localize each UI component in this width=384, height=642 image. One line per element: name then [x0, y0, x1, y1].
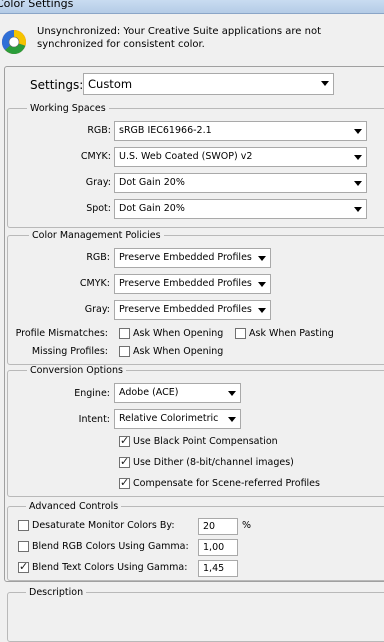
chevron-down-icon [354, 181, 362, 186]
missing-ask-when-opening-label: Ask When Opening [133, 346, 224, 357]
blend-text-gamma-input[interactable]: 1,45 [198, 560, 238, 577]
chevron-down-icon [228, 417, 236, 422]
blend-rgb-gamma-label: Blend RGB Colors Using Gamma: [32, 541, 189, 552]
title-bar[interactable]: Color Settings [0, 0, 384, 14]
black-point-compensation-checkbox[interactable] [119, 434, 130, 447]
cmyk-policy-label: CMYK: [79, 278, 110, 289]
blend-text-gamma-label: Blend Text Colors Using Gamma: [32, 562, 188, 573]
sync-status-line-2: synchronized for consistent color. [37, 39, 205, 50]
intent-label: Intent: [78, 414, 110, 425]
desaturate-unit: % [242, 520, 252, 531]
gray-working-space-dropdown[interactable]: Dot Gain 20% [114, 173, 367, 193]
window-title: Color Settings [0, 0, 74, 10]
description-group [7, 592, 384, 642]
description-title: Description [26, 587, 87, 598]
gray-policy-dropdown[interactable]: Preserve Embedded Profiles [114, 300, 271, 320]
chevron-down-icon [354, 155, 362, 160]
profile-mismatches-label: Profile Mismatches: [15, 328, 108, 339]
use-dither-checkbox[interactable] [119, 455, 130, 468]
intent-value: Relative Colorimetric [119, 413, 219, 424]
blend-rgb-gamma-checkbox[interactable] [18, 541, 29, 552]
sync-status-line-1: Unsynchronized: Your Creative Suite appl… [37, 26, 322, 37]
missing-ask-when-opening-checkbox[interactable] [119, 346, 130, 357]
engine-value: Adobe (ACE) [119, 387, 179, 398]
working-spaces-title: Working Spaces [27, 103, 109, 114]
cmyk-working-label: CMYK: [80, 151, 111, 162]
settings-value: Custom [88, 77, 133, 91]
blend-rgb-gamma-input[interactable]: 1,00 [198, 539, 238, 556]
engine-dropdown[interactable]: Adobe (ACE) [114, 383, 241, 403]
engine-label: Engine: [74, 388, 110, 399]
desaturate-label: Desaturate Monitor Colors By: [32, 520, 175, 531]
intent-dropdown[interactable]: Relative Colorimetric [114, 409, 241, 429]
gray-working-label: Gray: [85, 177, 111, 188]
compensate-scene-referred-label: Compensate for Scene-referred Profiles [133, 478, 320, 489]
chevron-down-icon [258, 256, 266, 261]
use-dither-label: Use Dither (8-bit/channel images) [133, 457, 294, 468]
rgb-policy-value: Preserve Embedded Profiles [119, 252, 252, 263]
chevron-down-icon [354, 207, 362, 212]
gray-policy-label: Gray: [84, 304, 110, 315]
spot-working-label: Spot: [86, 203, 111, 214]
chevron-down-icon [258, 308, 266, 313]
cmyk-working-value: U.S. Web Coated (SWOP) v2 [119, 151, 253, 162]
color-wheel-icon [1, 29, 26, 55]
cmyk-working-space-dropdown[interactable]: U.S. Web Coated (SWOP) v2 [114, 147, 367, 167]
conversion-title: Conversion Options [27, 365, 126, 376]
settings-dropdown[interactable]: Custom [83, 73, 334, 95]
ask-when-opening-label: Ask When Opening [133, 328, 224, 339]
gray-working-value: Dot Gain 20% [119, 177, 185, 188]
missing-profiles-label: Missing Profiles: [31, 346, 108, 357]
ask-when-pasting-label: Ask When Pasting [249, 328, 334, 339]
chevron-down-icon [321, 81, 329, 86]
chevron-down-icon [228, 391, 236, 396]
blend-text-gamma-checkbox[interactable] [18, 560, 29, 573]
rgb-working-space-dropdown[interactable]: sRGB IEC61966-2.1 [114, 121, 367, 141]
gray-policy-value: Preserve Embedded Profiles [119, 304, 252, 315]
cmyk-policy-value: Preserve Embedded Profiles [119, 278, 252, 289]
spot-working-space-dropdown[interactable]: Dot Gain 20% [114, 199, 367, 219]
rgb-policy-label: RGB: [86, 252, 110, 263]
cmyk-policy-dropdown[interactable]: Preserve Embedded Profiles [114, 274, 271, 294]
ask-when-opening-checkbox[interactable] [119, 328, 130, 339]
rgb-working-label: RGB: [87, 125, 111, 136]
chevron-down-icon [258, 282, 266, 287]
chevron-down-icon [354, 129, 362, 134]
desaturate-input[interactable]: 20 [198, 518, 238, 535]
rgb-working-value: sRGB IEC61966-2.1 [119, 125, 212, 136]
black-point-compensation-label: Use Black Point Compensation [133, 436, 278, 447]
advanced-title: Advanced Controls [26, 501, 122, 512]
sync-status-message: Unsynchronized: Your Creative Suite appl… [37, 25, 337, 51]
policies-title: Color Management Policies [29, 230, 164, 241]
settings-label: Settings: [30, 78, 84, 92]
desaturate-checkbox[interactable] [18, 520, 29, 531]
spot-working-value: Dot Gain 20% [119, 203, 185, 214]
rgb-policy-dropdown[interactable]: Preserve Embedded Profiles [114, 248, 271, 268]
ask-when-pasting-checkbox[interactable] [235, 328, 246, 339]
compensate-scene-referred-checkbox[interactable] [119, 476, 130, 489]
